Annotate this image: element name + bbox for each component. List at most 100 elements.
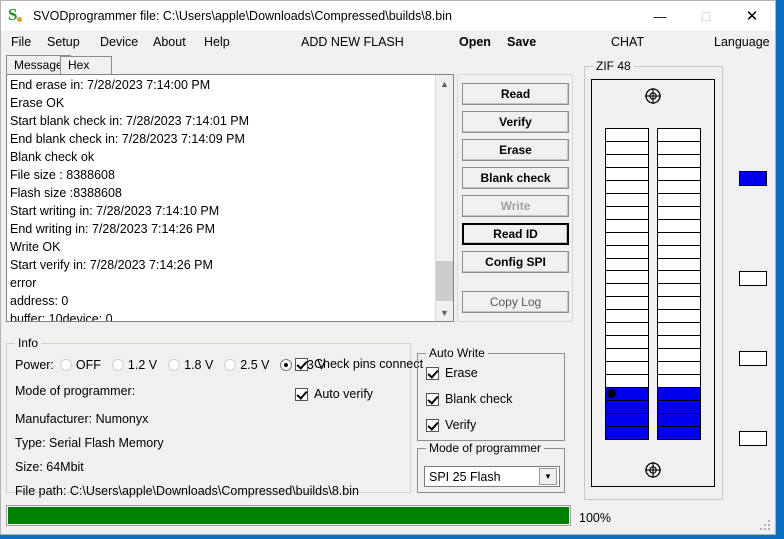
checkbox-auto-write-verify-label: Verify [445,418,476,432]
zif-pin [658,375,700,388]
checkbox-auto-write-erase-box[interactable] [426,367,439,380]
checkbox-auto-write-blank-check[interactable]: Blank check [426,392,512,406]
close-button[interactable]: ✕ [729,1,775,31]
zif-pin [606,259,648,272]
radio-power-1v2-label[interactable]: 1.2 V [128,358,157,372]
menu-item-language[interactable]: Language [714,31,770,54]
checkbox-auto-write-erase[interactable]: Erase [426,366,478,380]
zif-pin [658,142,700,155]
button-read[interactable]: Read [462,83,569,105]
status-indicator [739,271,767,286]
type-label: Type: Serial Flash Memory [15,436,164,450]
message-log-row[interactable]: address: 0 [9,292,435,310]
resize-grip-icon[interactable] [760,520,771,531]
menu-item-about[interactable]: About [153,31,186,54]
checkbox-auto-write-blank-check-box[interactable] [426,393,439,406]
menu-item-save[interactable]: Save [507,31,536,54]
zif-pin [606,336,648,349]
mode-of-programmer-legend: Mode of programmer [426,441,544,455]
message-log-row[interactable]: error [9,274,435,292]
zif-pin [658,427,700,439]
checkbox-auto-verify-box[interactable] [295,388,308,401]
zif-pin [606,155,648,168]
message-log-row[interactable]: Write OK [9,238,435,256]
button-erase[interactable]: Erase [462,139,569,161]
application-window: S SVODprogrammer file: C:\Users\apple\Do… [0,0,776,535]
menu-item-open[interactable]: Open [459,31,491,54]
zif-pin [606,220,648,233]
button-verify[interactable]: Verify [462,111,569,133]
zif-pin [658,194,700,207]
message-log-list[interactable]: End erase in: 7/28/2023 7:14:00 PMErase … [6,74,454,322]
zif-pin [658,388,700,401]
zif-pin [606,297,648,310]
message-log-row[interactable]: Flash size :8388608 [9,184,435,202]
button-config-spi[interactable]: Config SPI [462,251,569,273]
pin-one-marker-icon [607,389,616,398]
minimize-button[interactable]: — [637,1,683,31]
progress-bar-fill [8,507,569,524]
message-log-row[interactable]: Start writing in: 7/28/2023 7:14:10 PM [9,202,435,220]
message-log-row[interactable]: End erase in: 7/28/2023 7:14:00 PM [9,76,435,94]
button-blank-check[interactable]: Blank check [462,167,569,189]
mode-of-programmer-select[interactable]: SPI 25 Flash ▼ [424,466,560,487]
menu-item-chat[interactable]: CHAT [611,31,644,54]
scrollbar-thumb[interactable] [436,261,453,301]
zif-pin [606,129,648,142]
checkbox-auto-verify-label: Auto verify [314,387,373,401]
chevron-down-icon[interactable]: ▼ [539,468,557,485]
message-log-row[interactable]: Start verify in: 7/28/2023 7:14:26 PM [9,256,435,274]
zif-pin [658,259,700,272]
radio-power-1v2-indicator[interactable] [112,359,124,371]
message-log-row[interactable]: End writing in: 7/28/2023 7:14:26 PM [9,220,435,238]
radio-power-1v8-label[interactable]: 1.8 V [184,358,213,372]
zif-socket-legend: ZIF 48 [593,59,634,73]
radio-power-2v5-indicator[interactable] [224,359,236,371]
menu-item-help[interactable]: Help [204,31,230,54]
size-label: Size: 64Mbit [15,460,84,474]
checkbox-check-pins-connect-label: Check pins connect [314,357,423,371]
message-log-scrollbar[interactable]: ▲ ▼ [435,75,453,321]
radio-power-2v5-label[interactable]: 2.5 V [240,358,269,372]
menu-item-setup[interactable]: Setup [47,31,80,54]
checkbox-auto-verify[interactable]: Auto verify [295,387,373,401]
radio-power-1v8-indicator[interactable] [168,359,180,371]
zif-pin [606,168,648,181]
radio-power-off-indicator[interactable] [60,359,72,371]
tab-hex-viewer[interactable]: Hex Viewer [60,56,112,74]
menu-item-file[interactable]: File [11,31,31,54]
svod-logo-icon: S [8,8,25,25]
zif-pin [606,349,648,362]
maximize-button[interactable]: □ [683,1,729,31]
message-log-row[interactable]: File size : 8388608 [9,166,435,184]
chevron-up-icon[interactable]: ▲ [436,75,453,92]
zif-pin-bank-left[interactable] [605,128,649,440]
auto-write-group: Auto Write Erase Blank check Verify [417,353,565,441]
radio-power-off-label[interactable]: OFF [76,358,101,372]
button-read-id[interactable]: Read ID [462,223,569,245]
checkbox-check-pins-connect-box[interactable] [295,358,308,371]
checkbox-check-pins-connect[interactable]: Check pins connect [295,357,423,371]
message-log-row[interactable]: buffer: 10device: 0 [9,310,435,322]
chevron-down-icon[interactable]: ▼ [436,304,453,321]
menu-item-device[interactable]: Device [100,31,138,54]
menu-item-add-new-flash[interactable]: ADD NEW FLASH [301,31,404,54]
message-log-row[interactable]: Erase OK [9,94,435,112]
action-button-panel: ReadVerifyEraseBlank checkWriteRead IDCo… [457,74,573,322]
zif-pin-bank-right[interactable] [657,128,701,440]
status-indicator [739,431,767,446]
zif-pin [606,388,648,401]
zif-pin [606,427,648,439]
checkbox-auto-write-verify[interactable]: Verify [426,418,476,432]
button-copy-log[interactable]: Copy Log [462,291,569,313]
info-group: Info Power: OFF 1.2 V 1.8 V 2.5 V 3.3 V … [6,343,411,493]
zif-pin [606,142,648,155]
message-log-row[interactable]: Start blank check in: 7/28/2023 7:14:01 … [9,112,435,130]
zif-pin [658,155,700,168]
zif-pin [658,233,700,246]
message-log-row[interactable]: Blank check ok [9,148,435,166]
zif-pin [658,401,700,414]
message-log-row[interactable]: End blank check in: 7/28/2023 7:14:09 PM [9,130,435,148]
radio-power-3v3-indicator[interactable] [280,359,292,371]
checkbox-auto-write-verify-box[interactable] [426,419,439,432]
